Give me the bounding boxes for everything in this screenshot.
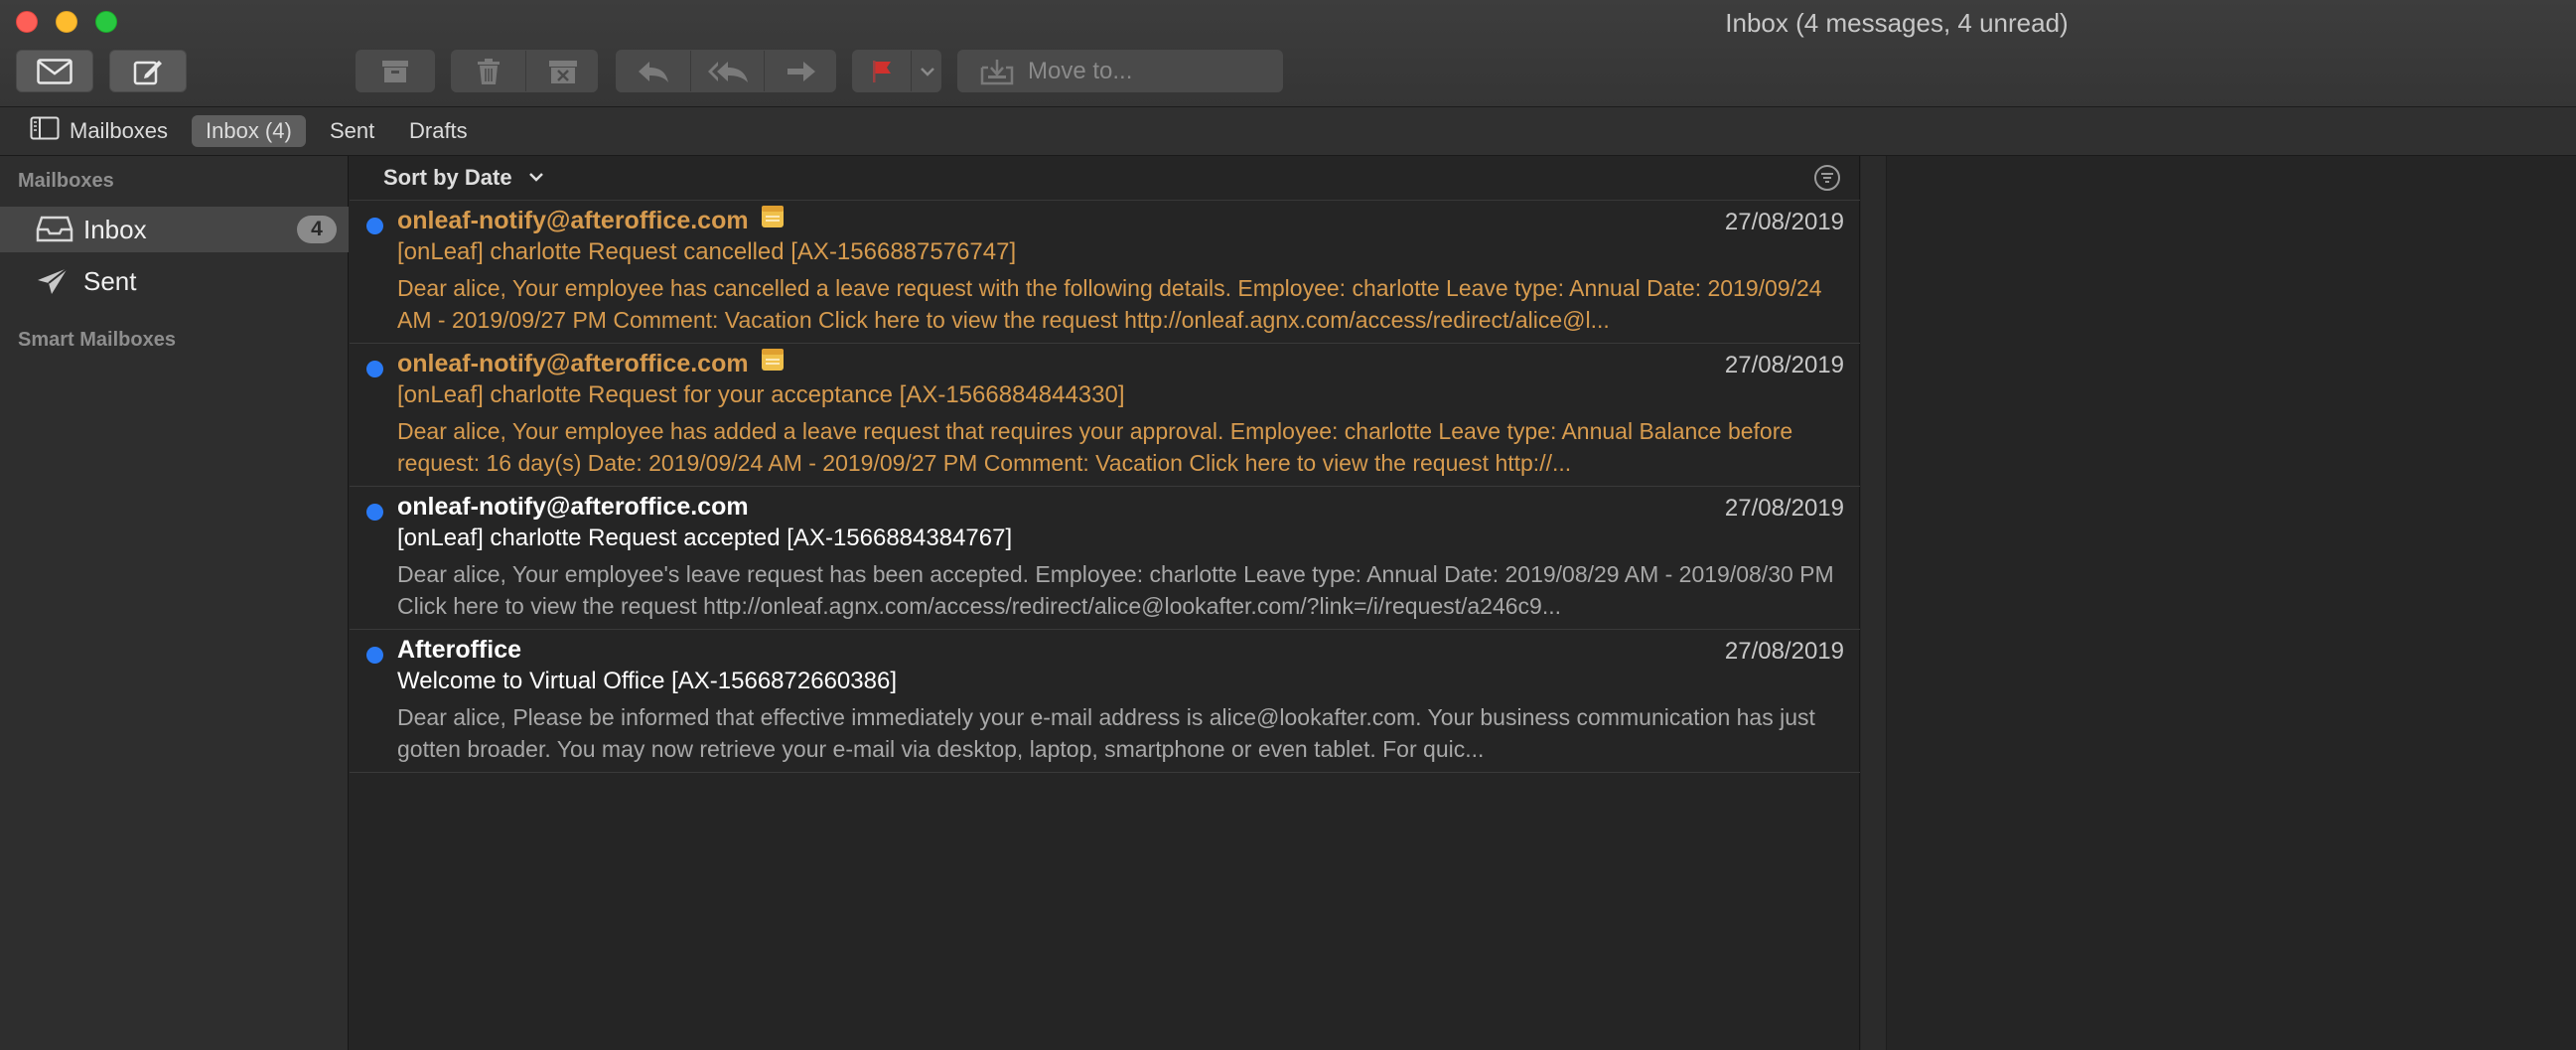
message-subject: Welcome to Virtual Office [AX-1566872660… (397, 668, 897, 694)
reply-group (616, 50, 836, 92)
message-sender: Afteroffice (397, 636, 522, 664)
get-mail-button[interactable] (16, 50, 93, 92)
junk-icon (548, 59, 578, 84)
message-date: 27/08/2019 (1724, 209, 1844, 235)
sidebar-toggle-icon (30, 116, 60, 146)
mail-window: Inbox (4 messages, 4 unread) Move to... … (0, 0, 2576, 1050)
delete-button[interactable] (452, 51, 525, 91)
message-row[interactable]: Afteroffice 27/08/2019 Welcome to Virtua… (350, 630, 1860, 773)
sidebar-item-sent[interactable]: Sent (0, 258, 349, 304)
message-preview: Dear alice, Please be informed that effe… (397, 704, 1815, 762)
unread-indicator (366, 647, 383, 664)
title-bar: Inbox (4 messages, 4 unread) Move to... (0, 0, 2576, 107)
compose-icon (133, 58, 163, 85)
sidebar-item-label: Inbox (83, 214, 147, 244)
message-row[interactable]: onleaf-notify@afteroffice.com 27/08/2019… (350, 201, 1860, 344)
message-list-header: Sort by Date (350, 156, 1860, 201)
message-date: 27/08/2019 (1724, 495, 1844, 522)
chevron-down-icon[interactable] (528, 170, 544, 188)
sidebar-item-label: Sent (83, 265, 137, 296)
favorites-inbox-label: Inbox (4) (206, 118, 292, 143)
unread-count-badge: 4 (297, 216, 337, 243)
sidebar-smart-mailboxes-header[interactable]: Smart Mailboxes (18, 329, 176, 352)
junk-button[interactable] (526, 51, 599, 91)
move-to-label: Move to... (1028, 57, 1133, 84)
message-date: 27/08/2019 (1724, 352, 1844, 378)
favorites-sent-button[interactable]: Sent (324, 115, 380, 147)
compose-button[interactable] (109, 50, 187, 92)
favorites-drafts-button[interactable]: Drafts (403, 115, 474, 147)
message-preview: Dear alice, Your employee's leave reques… (397, 561, 1834, 619)
move-to-tray-icon (980, 58, 1014, 85)
reply-all-icon (706, 59, 750, 84)
unread-indicator (366, 218, 383, 234)
flag-button[interactable] (853, 51, 911, 91)
pane-divider[interactable] (1861, 156, 1887, 1050)
favorites-mailboxes-label: Mailboxes (70, 118, 169, 143)
move-to-button[interactable]: Move to... (957, 50, 1283, 92)
notes-icon (761, 348, 785, 378)
window-title: Inbox (4 messages, 4 unread) (1725, 8, 2069, 38)
forward-icon (786, 59, 817, 84)
message-sender: onleaf-notify@afteroffice.com (397, 493, 749, 521)
close-window-button[interactable] (16, 11, 38, 33)
reply-icon (637, 59, 670, 84)
archive-icon (381, 59, 409, 84)
archive-button[interactable] (356, 50, 435, 92)
sidebar-item-inbox[interactable]: Inbox 4 (0, 207, 349, 252)
zoom-window-button[interactable] (95, 11, 117, 33)
message-list: Sort by Date onleaf-notify@afteroffice.c… (350, 156, 1860, 1050)
flag-menu-button[interactable] (912, 51, 942, 91)
message-row[interactable]: onleaf-notify@afteroffice.com 27/08/2019… (350, 344, 1860, 487)
message-date: 27/08/2019 (1724, 638, 1844, 665)
message-subject: [onLeaf] charlotte Request for your acce… (397, 381, 1125, 408)
flag-group (852, 50, 941, 92)
unread-indicator (366, 504, 383, 521)
message-subject: [onLeaf] charlotte Request accepted [AX-… (397, 525, 1013, 551)
favorites-drafts-label: Drafts (409, 118, 468, 143)
unread-indicator (366, 361, 383, 377)
sort-by-button[interactable]: Sort by Date (383, 165, 512, 191)
favorites-sent-label: Sent (330, 118, 375, 143)
forward-button[interactable] (765, 51, 837, 91)
notes-icon (761, 205, 785, 235)
message-row[interactable]: onleaf-notify@afteroffice.com 27/08/2019… (350, 487, 1860, 630)
filter-icon[interactable] (1813, 164, 1841, 197)
message-preview: Dear alice, Your employee has cancelled … (397, 275, 1822, 333)
favorites-inbox-button[interactable]: Inbox (4) (192, 115, 306, 147)
inbox-tray-icon (36, 215, 73, 247)
trash-icon (477, 58, 501, 85)
message-viewer (1887, 156, 2576, 1050)
sidebar-mailboxes-header: Mailboxes (18, 170, 114, 192)
chevron-down-icon (920, 66, 935, 77)
delete-junk-group (451, 50, 598, 92)
minimize-window-button[interactable] (56, 11, 77, 33)
message-sender: onleaf-notify@afteroffice.com (397, 348, 785, 380)
message-subject: [onLeaf] charlotte Request cancelled [AX… (397, 238, 1017, 265)
message-sender: onleaf-notify@afteroffice.com (397, 205, 785, 237)
flag-icon (871, 59, 893, 84)
envelope-icon (37, 58, 72, 84)
paper-plane-icon (36, 266, 70, 301)
sidebar: Mailboxes Inbox 4 Sent Smart Mailboxes (0, 156, 349, 1050)
favorites-mailboxes-button[interactable]: Mailboxes (24, 115, 174, 147)
message-preview: Dear alice, Your employee has added a le… (397, 418, 1793, 476)
reply-all-button[interactable] (691, 51, 764, 91)
reply-button[interactable] (617, 51, 690, 91)
favorites-bar: Mailboxes Inbox (4) Sent Drafts (0, 107, 2576, 156)
